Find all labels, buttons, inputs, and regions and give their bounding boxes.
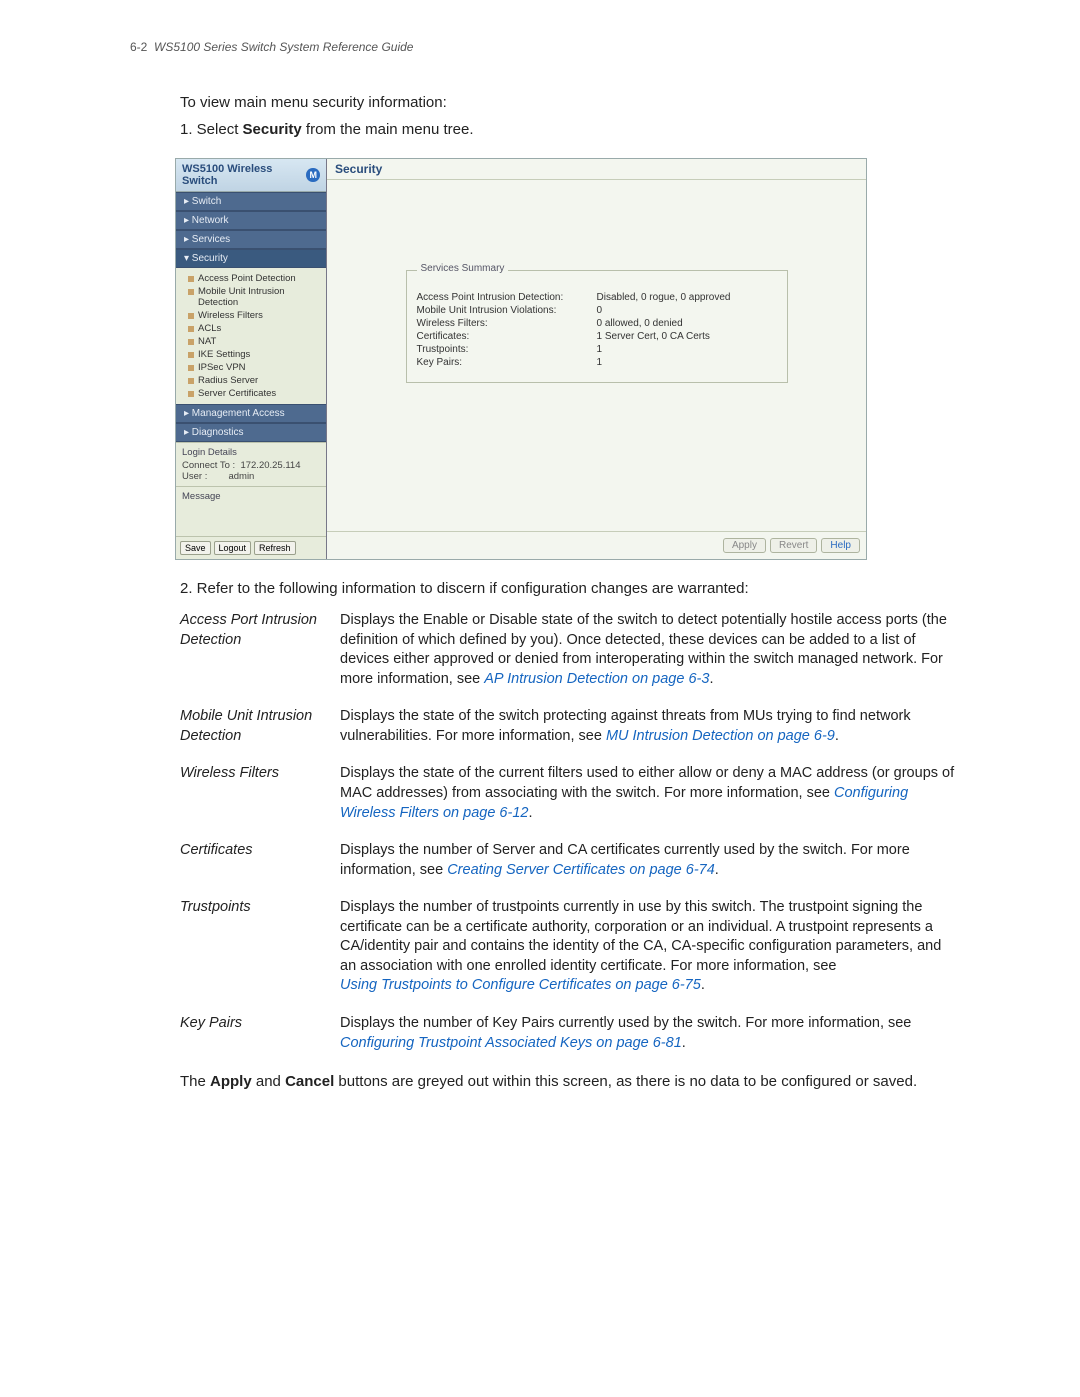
app-title-bar: WS5100 Wireless Switch M	[176, 159, 326, 192]
page-number: 6-2	[130, 40, 147, 54]
nav-diagnostics[interactable]: ▸ Diagnostics	[176, 423, 326, 442]
def-row: Key Pairs Displays the number of Key Pai…	[180, 1014, 960, 1053]
page-header: 6-2 WS5100 Series Switch System Referenc…	[130, 40, 960, 54]
def-row: Trustpoints Displays the number of trust…	[180, 898, 960, 996]
summary-row: Wireless Filters:0 allowed, 0 denied	[417, 318, 777, 329]
step-1: 1. Select Security from the main menu tr…	[180, 121, 960, 138]
app-main: Security Services Summary Access Point I…	[327, 159, 866, 559]
summary-legend: Services Summary	[417, 263, 509, 274]
help-button[interactable]: Help	[821, 538, 860, 553]
footer-note: The Apply and Cancel buttons are greyed …	[180, 1071, 960, 1092]
step-2: 2. Refer to the following information to…	[180, 580, 960, 597]
login-details: Login Details Connect To : 172.20.25.114…	[176, 442, 326, 486]
link-trustpoints[interactable]: Using Trustpoints to Configure Certifica…	[340, 977, 701, 993]
message-box: Message	[176, 486, 326, 536]
definition-table: Access Port Intrusion Detection Displays…	[180, 611, 960, 1053]
def-row: Access Port Intrusion Detection Displays…	[180, 611, 960, 689]
link-server-certs[interactable]: Creating Server Certificates on page 6-7…	[447, 862, 715, 878]
tree-mu-intrusion[interactable]: Mobile Unit Intrusion Detection	[186, 285, 324, 309]
link-ap-intrusion[interactable]: AP Intrusion Detection on page 6-3	[484, 671, 709, 687]
footer-button-row: Apply Revert Help	[327, 531, 866, 559]
main-title: Security	[327, 159, 866, 180]
tree-radius[interactable]: Radius Server	[186, 374, 324, 387]
sidebar-button-row: Save Logout Refresh	[176, 536, 326, 559]
m-badge-icon[interactable]: M	[306, 168, 320, 182]
services-summary-box: Services Summary Access Point Intrusion …	[406, 270, 788, 383]
def-row: Mobile Unit Intrusion Detection Displays…	[180, 707, 960, 746]
tree-nat[interactable]: NAT	[186, 335, 324, 348]
tree-certs[interactable]: Server Certificates	[186, 387, 324, 400]
tree-wireless-filters[interactable]: Wireless Filters	[186, 309, 324, 322]
refresh-button[interactable]: Refresh	[254, 541, 296, 555]
nav-services[interactable]: ▸ Services	[176, 230, 326, 249]
tree-ike[interactable]: IKE Settings	[186, 348, 324, 361]
summary-row: Access Point Intrusion Detection:Disable…	[417, 292, 777, 303]
def-row: Wireless Filters Displays the state of t…	[180, 764, 960, 823]
revert-button[interactable]: Revert	[770, 538, 817, 553]
nav-network[interactable]: ▸ Network	[176, 211, 326, 230]
tree-acls[interactable]: ACLs	[186, 322, 324, 335]
nav-tree: Access Point Detection Mobile Unit Intru…	[176, 268, 326, 404]
tree-ipsec[interactable]: IPSec VPN	[186, 361, 324, 374]
app-sidebar: WS5100 Wireless Switch M ▸ Switch ▸ Netw…	[176, 159, 327, 559]
apply-button[interactable]: Apply	[723, 538, 766, 553]
nav-security[interactable]: ▾ Security	[176, 249, 326, 268]
summary-row: Certificates:1 Server Cert, 0 CA Certs	[417, 331, 777, 342]
save-button[interactable]: Save	[180, 541, 211, 555]
app-screenshot: WS5100 Wireless Switch M ▸ Switch ▸ Netw…	[175, 158, 867, 560]
doc-title: WS5100 Series Switch System Reference Gu…	[154, 40, 413, 54]
nav-switch[interactable]: ▸ Switch	[176, 192, 326, 211]
summary-row: Key Pairs:1	[417, 357, 777, 368]
logout-button[interactable]: Logout	[214, 541, 252, 555]
intro-text: To view main menu security information:	[180, 94, 960, 111]
nav-mgmt-access[interactable]: ▸ Management Access	[176, 404, 326, 423]
summary-row: Mobile Unit Intrusion Violations:0	[417, 305, 777, 316]
def-row: Certificates Displays the number of Serv…	[180, 841, 960, 880]
link-key-pairs[interactable]: Configuring Trustpoint Associated Keys o…	[340, 1035, 682, 1051]
tree-ap-detection[interactable]: Access Point Detection	[186, 272, 324, 285]
link-mu-intrusion[interactable]: MU Intrusion Detection on page 6-9	[606, 728, 835, 744]
summary-row: Trustpoints:1	[417, 344, 777, 355]
